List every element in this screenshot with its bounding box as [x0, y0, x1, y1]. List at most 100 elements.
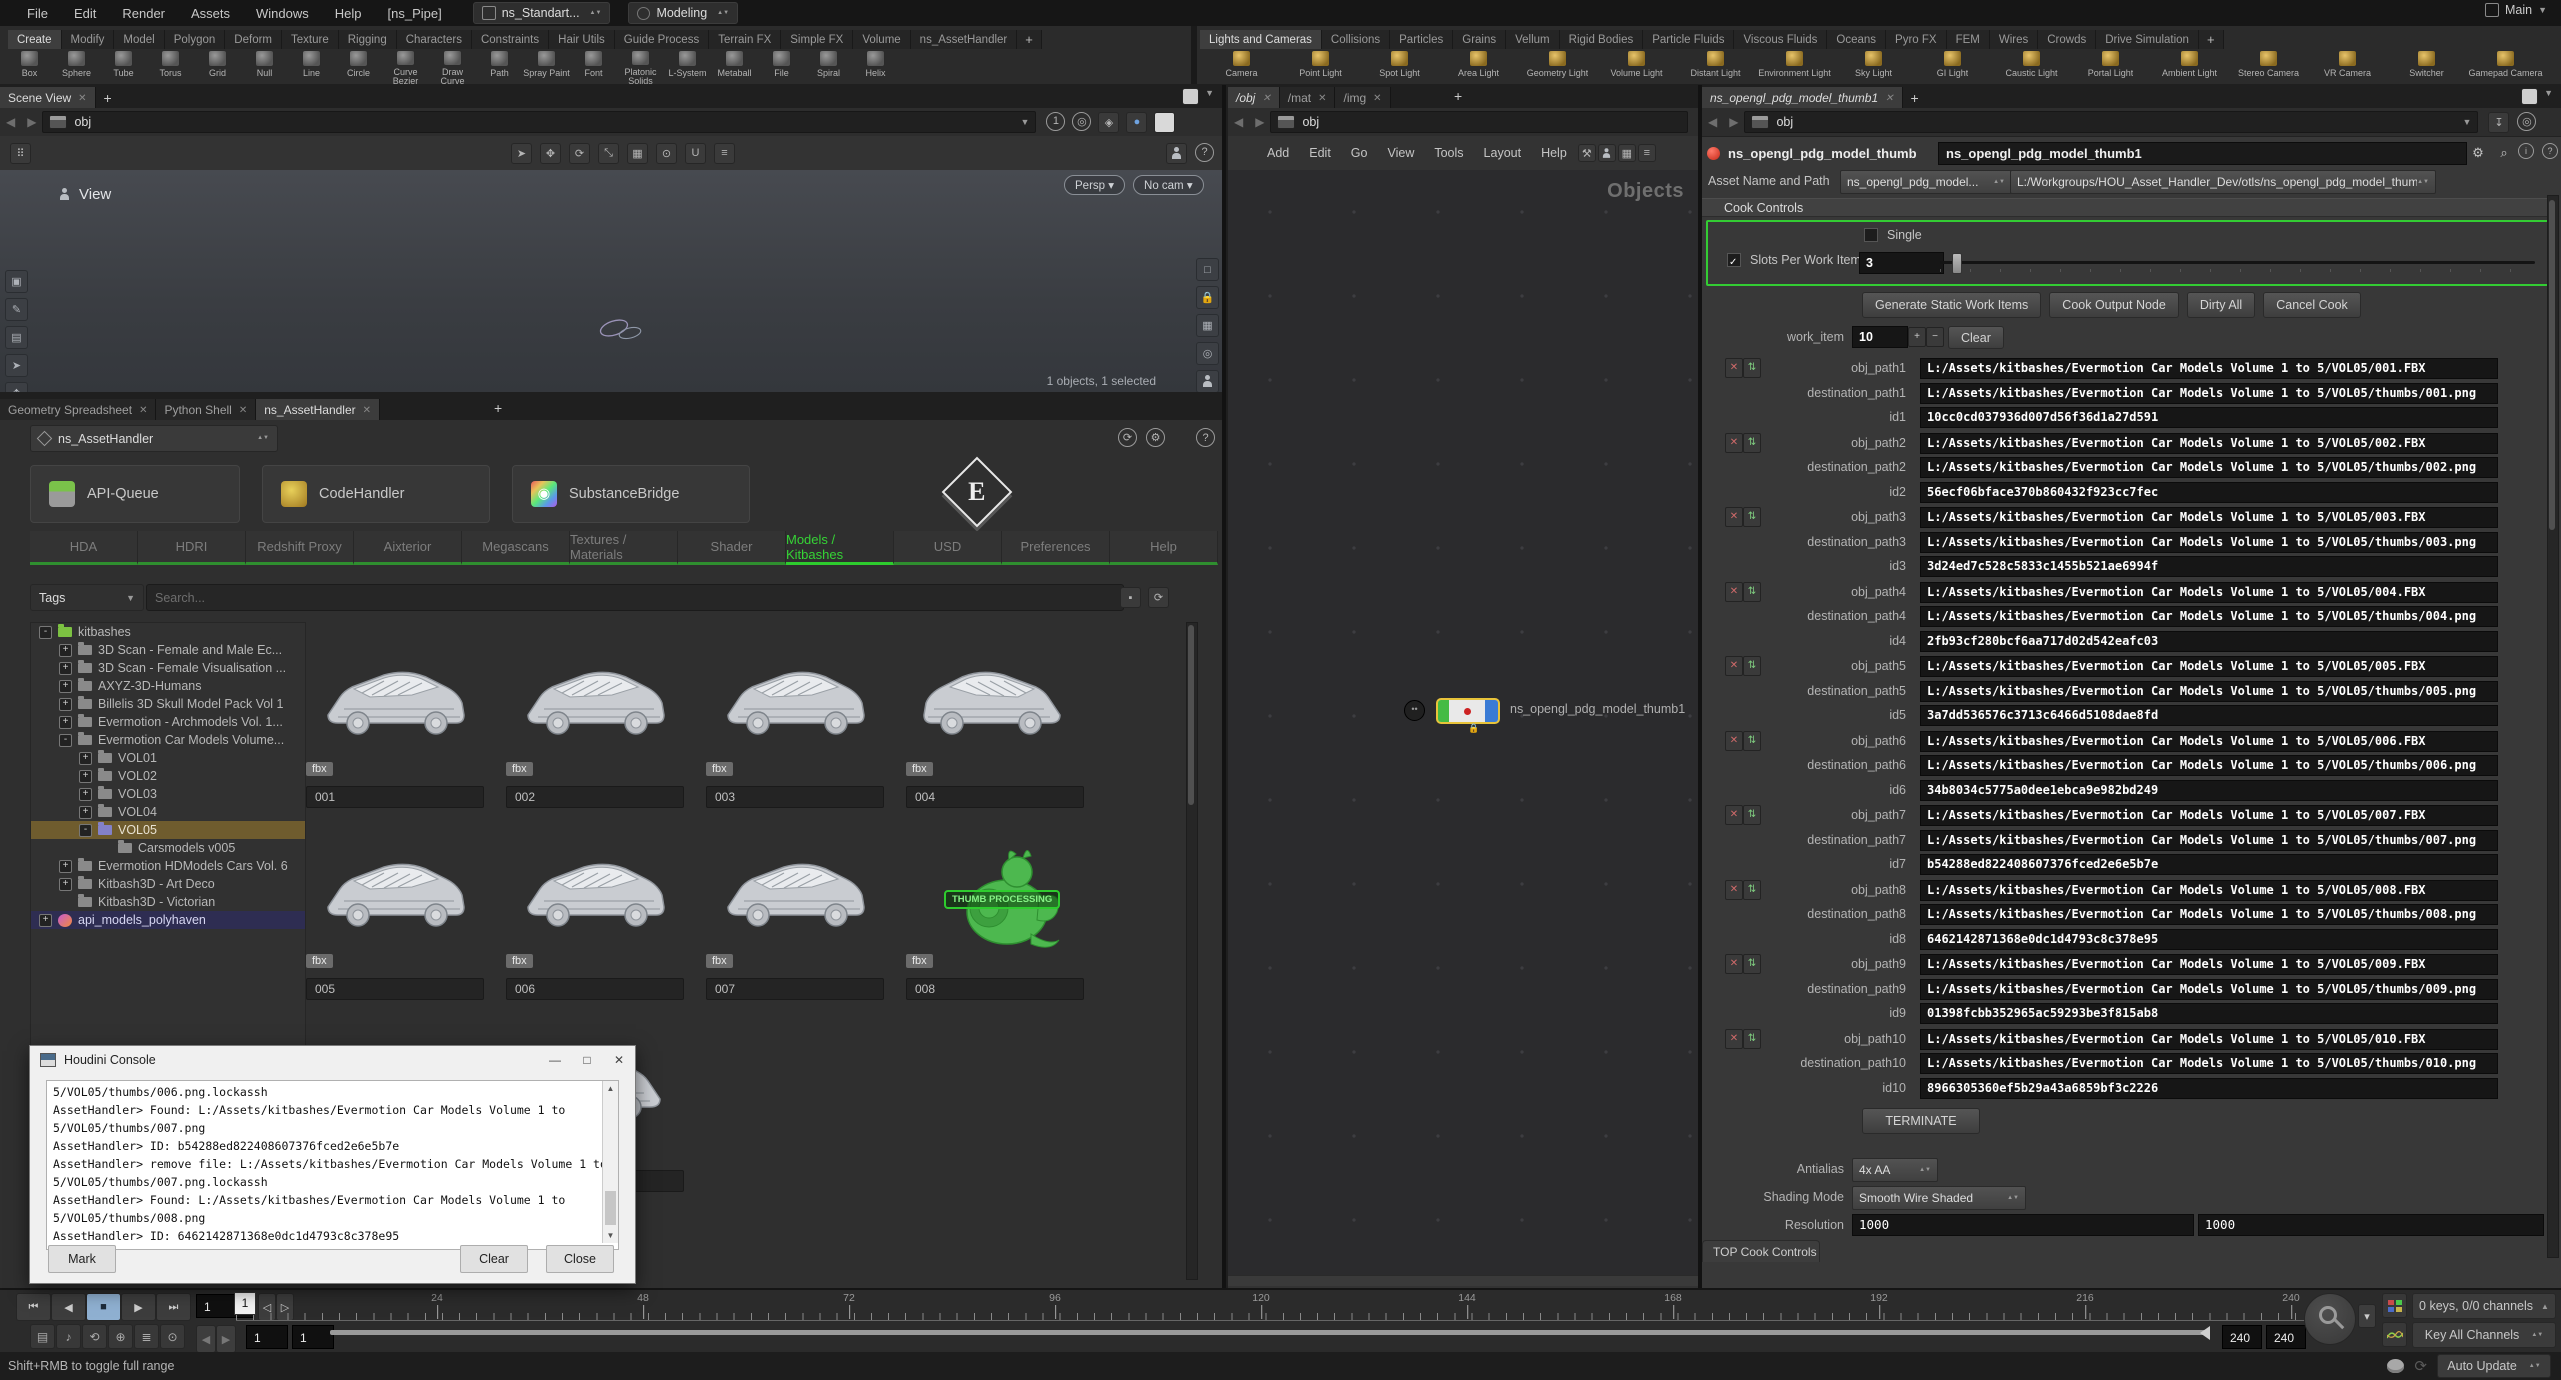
jump-end-button[interactable]: ⏭ [156, 1293, 191, 1321]
id-field[interactable]: 3d24ed7c528c5833c1455b521ae6994f [1920, 556, 2498, 577]
lock-camera-icon[interactable]: 🔒 [1196, 286, 1219, 309]
obj-path-field[interactable]: L:/Assets/kitbashes/Evermotion Car Model… [1920, 730, 2498, 752]
character-pose-icon[interactable] [1196, 370, 1219, 392]
shelf-tool[interactable]: Ambient Light [2150, 49, 2229, 84]
expand-icon[interactable]: + [79, 769, 92, 783]
asset-category-tab[interactable]: Preferences [1002, 531, 1110, 565]
scroll-up-icon[interactable]: ▲ [603, 1081, 618, 1096]
id-field[interactable]: 6462142871368e0dc1d4793c8c378e95 [1920, 928, 2498, 950]
shelf-tab[interactable]: Drive Simulation [2096, 30, 2199, 49]
shelf-tab[interactable]: Polygon [164, 30, 226, 49]
pane-maximize-icon[interactable] [2521, 88, 2539, 105]
shelf-tool[interactable]: Sky Light [1834, 49, 1913, 84]
memory-brain-icon[interactable] [2387, 1359, 2405, 1373]
obj-path-field[interactable]: L:/Assets/kitbashes/Evermotion Car Model… [1920, 954, 2498, 975]
persp-view-button[interactable]: Persp ▾ [1064, 175, 1126, 195]
tree-item[interactable]: + AXYZ-3D-Humans [31, 677, 305, 695]
shelf-tool[interactable]: L-System [664, 49, 711, 84]
asset-thumbnail[interactable]: THUMB PROCESSING fbx 008 [906, 842, 1084, 1002]
shelf-tab[interactable]: Deform [225, 30, 282, 49]
expand-icon[interactable]: + [59, 877, 72, 891]
cook-output-node-button[interactable]: Cook Output Node [2049, 292, 2179, 318]
expand-icon[interactable]: - [79, 823, 92, 837]
destination-path-field[interactable]: L:/Assets/kitbashes/Evermotion Car Model… [1920, 978, 2498, 1000]
menu-item[interactable]: [ns_Pipe] [375, 6, 455, 21]
params-path-field[interactable]: obj ▼ [1744, 111, 2479, 133]
shelf-tab[interactable]: Modify [61, 30, 115, 49]
node-name-field[interactable]: ns_opengl_pdg_model_thumb1 [1938, 142, 2467, 165]
top-cook-controls-tab[interactable]: TOP Cook Controls [1702, 1240, 1820, 1262]
stop-button[interactable]: ■ [86, 1293, 121, 1321]
tree-item[interactable]: + VOL03 [31, 785, 305, 803]
pane-menu-icon[interactable]: ▼ [2544, 88, 2553, 105]
auto-update-dropdown[interactable]: Auto Update ▲▼ [2437, 1354, 2551, 1378]
close-icon[interactable]: ✕ [78, 93, 86, 104]
shelf-tab[interactable]: Viscous Fluids [1734, 30, 1828, 49]
expand-icon[interactable]: - [59, 733, 72, 747]
shelf-tab[interactable]: Crowds [2038, 30, 2097, 49]
viewport-3d[interactable]: View Persp ▾ No cam ▾ ▣ ✎ ▤ ➤ ✥ ⊞ ◇ □ 🔒 … [0, 170, 1222, 392]
asset-name-field[interactable]: 002 [506, 786, 684, 808]
id-field[interactable]: 8966305360ef5b29a43a6859bf3c2226 [1920, 1077, 2498, 1099]
maximize-icon[interactable]: □ [571, 1046, 603, 1074]
obj-path-field[interactable]: L:/Assets/kitbashes/Evermotion Car Model… [1920, 358, 2498, 379]
timeline-ruler[interactable]: 24 48 72 96 120 144 168 192 216 240 1 [234, 1292, 2336, 1321]
recook-icon[interactable]: ⟳ [2414, 1357, 2427, 1375]
shelf-tab[interactable]: + [2198, 30, 2224, 49]
shelf-tab[interactable]: Grains [1453, 30, 1507, 49]
obj-path-field[interactable]: L:/Assets/kitbashes/Evermotion Car Model… [1920, 656, 2498, 677]
layout-single-icon[interactable]: □ [1196, 258, 1219, 281]
pane-divider[interactable] [1222, 85, 1226, 1288]
network-tab[interactable]: /img ✕ [1335, 87, 1391, 108]
scroll-down-icon[interactable]: ▼ [603, 1228, 618, 1243]
destination-path-field[interactable]: L:/Assets/kitbashes/Evermotion Car Model… [1920, 680, 2498, 702]
add-tab-button[interactable]: + [1903, 90, 1927, 108]
asset-category-tab[interactable]: HDA [30, 531, 138, 565]
shelf-tab[interactable]: Terrain FX [709, 30, 782, 49]
shelf-tool[interactable]: Circle [335, 49, 382, 84]
set-key-button[interactable] [2304, 1293, 2356, 1345]
expand-icon[interactable]: + [59, 643, 72, 657]
shelf-tool[interactable]: Box [6, 49, 53, 84]
shelf-tool[interactable]: Portal Light [2071, 49, 2150, 84]
expand-icon[interactable]: + [79, 805, 92, 819]
expand-icon[interactable]: + [59, 679, 72, 693]
shelf-tool[interactable]: Grid [194, 49, 241, 84]
shelf-tool[interactable]: Distant Light [1676, 49, 1755, 84]
loop-icon[interactable]: ⟲ [82, 1324, 107, 1349]
expand-icon[interactable]: + [59, 715, 72, 729]
info-icon[interactable]: i [2518, 143, 2538, 163]
node-type-icon[interactable] [1707, 146, 1720, 160]
mark-button[interactable]: Mark [48, 1245, 116, 1273]
shelf-tool[interactable]: Path [476, 49, 523, 84]
range-next-icon[interactable]: ▶ [216, 1325, 236, 1353]
shelf-tool[interactable]: Draw Curve [429, 49, 476, 84]
expand-icon[interactable]: + [79, 751, 92, 765]
range-end-field[interactable]: 240 [2222, 1325, 2262, 1349]
network-path-field[interactable]: obj [1270, 111, 1688, 133]
shelf-tool[interactable]: Volume Light [1597, 49, 1676, 84]
asset-name-field[interactable]: 001 [306, 786, 484, 808]
shelf-tool[interactable]: File [758, 49, 805, 84]
range-end2-field[interactable]: 240 [2266, 1325, 2306, 1349]
shelf-tab[interactable]: Model [114, 30, 165, 49]
translate-tool-icon[interactable]: ✥ [540, 142, 561, 164]
close-icon[interactable]: ✕ [603, 1046, 635, 1074]
id-field[interactable]: 10cc0cd037936d007d56f36d1a27d591 [1920, 407, 2498, 428]
display-white-icon[interactable] [1154, 111, 1176, 133]
id-field[interactable]: b54288ed822408607376fced2e6e5b7e [1920, 854, 2498, 875]
shelf-tool[interactable]: Caustic Light [1992, 49, 2071, 84]
obj-path-field[interactable]: L:/Assets/kitbashes/Evermotion Car Model… [1920, 1028, 2498, 1050]
console-log[interactable]: 5/VOL05/thumbs/006.png.lockassh AssetHand… [46, 1080, 619, 1250]
shelf-tool[interactable]: Torus [147, 49, 194, 84]
shelf-tab[interactable]: Particle Fluids [1643, 30, 1735, 49]
person-icon[interactable] [1597, 144, 1616, 162]
tree-item[interactable]: + 3D Scan - Female and Male Ec... [31, 641, 305, 659]
snapshot-icon[interactable]: 1 [1046, 111, 1066, 131]
close-icon[interactable]: ✕ [1262, 93, 1270, 104]
code-handler-button[interactable]: CodeHandler [262, 465, 490, 523]
move-tool-icon[interactable]: ✥ [5, 382, 28, 392]
obj-path-field[interactable]: L:/Assets/kitbashes/Evermotion Car Model… [1920, 805, 2498, 826]
close-icon[interactable]: ✕ [239, 405, 247, 416]
shelf-tool[interactable]: Gamepad Camera [2466, 49, 2545, 84]
